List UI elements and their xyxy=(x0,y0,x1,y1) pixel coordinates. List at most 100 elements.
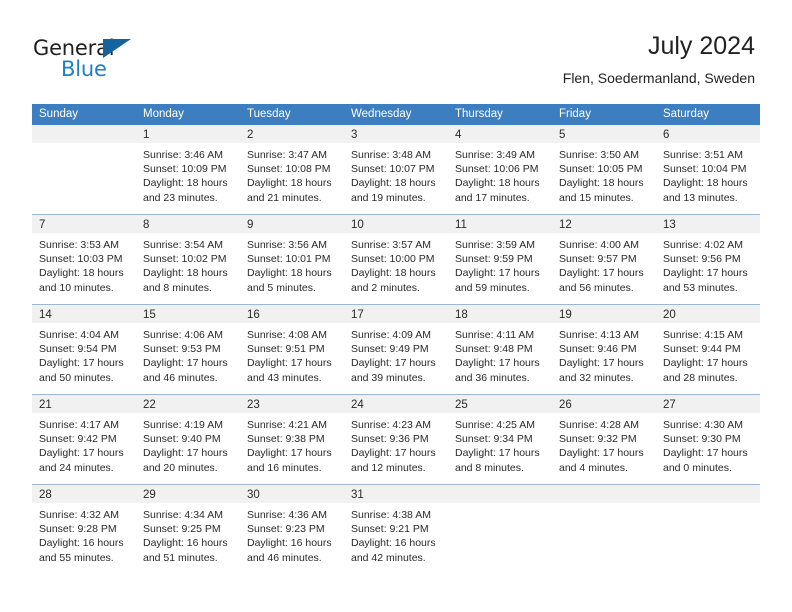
day-details: Sunrise: 4:17 AM Sunset: 9:42 PM Daylight:… xyxy=(32,413,136,475)
day-cell-20[interactable]: 20 Sunrise: 4:15 AM Sunset: 9:44 PM Dayligh… xyxy=(656,305,760,394)
day-cell-empty xyxy=(656,485,760,574)
day-number-band xyxy=(448,485,552,503)
day-number: 16 xyxy=(247,309,260,321)
day-details: Sunrise: 4:23 AM Sunset: 9:36 PM Daylight:… xyxy=(344,413,448,475)
day-cell-11[interactable]: 11 Sunrise: 3:59 AM Sunset: 9:59 PM Dayligh… xyxy=(448,215,552,304)
sunrise-line: Sunrise: 4:09 AM xyxy=(351,329,431,341)
day-number: 20 xyxy=(663,309,676,321)
sunrise-line: Sunrise: 4:17 AM xyxy=(39,419,119,431)
daylight-line-2: and 56 minutes. xyxy=(559,281,634,294)
daylight-line-1: Daylight: 17 hours xyxy=(39,357,124,370)
day-cell-empty xyxy=(552,485,656,574)
daylight-line-1: Daylight: 17 hours xyxy=(663,447,748,460)
day-cell-3[interactable]: 3 Sunrise: 3:48 AM Sunset: 10:07 PM Dayligh… xyxy=(344,125,448,214)
day-cell-23[interactable]: 23 Sunrise: 4:21 AM Sunset: 9:38 PM Dayligh… xyxy=(240,395,344,484)
day-cell-31[interactable]: 31 Sunrise: 4:38 AM Sunset: 9:21 PM Dayligh… xyxy=(344,485,448,574)
day-cell-10[interactable]: 10 Sunrise: 3:57 AM Sunset: 10:00 PM Daylig… xyxy=(344,215,448,304)
daylight-line-1: Daylight: 17 hours xyxy=(39,447,124,460)
day-cell-27[interactable]: 27 Sunrise: 4:30 AM Sunset: 9:30 PM Dayligh… xyxy=(656,395,760,484)
sunrise-line: Sunrise: 3:47 AM xyxy=(247,149,327,161)
day-cell-7[interactable]: 7 Sunrise: 3:53 AM Sunset: 10:03 PM Dayligh… xyxy=(32,215,136,304)
day-cell-30[interactable]: 30 Sunrise: 4:36 AM Sunset: 9:23 PM Dayligh… xyxy=(240,485,344,574)
day-cell-29[interactable]: 29 Sunrise: 4:34 AM Sunset: 9:25 PM Dayligh… xyxy=(136,485,240,574)
day-cell-28[interactable]: 28 Sunrise: 4:32 AM Sunset: 9:28 PM Dayligh… xyxy=(32,485,136,574)
day-cell-15[interactable]: 15 Sunrise: 4:06 AM Sunset: 9:53 PM Dayligh… xyxy=(136,305,240,394)
day-number-band: 8 xyxy=(136,215,240,233)
day-details: Sunrise: 4:38 AM Sunset: 9:21 PM Daylight:… xyxy=(344,503,448,565)
day-details: Sunrise: 4:28 AM Sunset: 9:32 PM Daylight:… xyxy=(552,413,656,475)
weekday-header-wednesday: Wednesday xyxy=(351,108,412,120)
sunrise-line: Sunrise: 4:28 AM xyxy=(559,419,639,431)
day-cell-9[interactable]: 9 Sunrise: 3:56 AM Sunset: 10:01 PM Dayligh… xyxy=(240,215,344,304)
day-cell-5[interactable]: 5 Sunrise: 3:50 AM Sunset: 10:05 PM Dayligh… xyxy=(552,125,656,214)
daylight-line-2: and 12 minutes. xyxy=(351,461,426,474)
day-details: Sunrise: 4:30 AM Sunset: 9:30 PM Daylight:… xyxy=(656,413,760,475)
daylight-line-1: Daylight: 17 hours xyxy=(351,447,436,460)
weekday-header-friday: Friday xyxy=(559,108,591,120)
day-number-band: 29 xyxy=(136,485,240,503)
day-details: Sunrise: 3:49 AM Sunset: 10:06 PM Daylight… xyxy=(448,143,552,205)
daylight-line-1: Daylight: 18 hours xyxy=(247,267,332,280)
day-number-band: 4 xyxy=(448,125,552,143)
day-cell-18[interactable]: 18 Sunrise: 4:11 AM Sunset: 9:48 PM Dayligh… xyxy=(448,305,552,394)
day-number-band: 5 xyxy=(552,125,656,143)
daylight-line-2: and 39 minutes. xyxy=(351,371,426,384)
day-cell-19[interactable]: 19 Sunrise: 4:13 AM Sunset: 9:46 PM Dayligh… xyxy=(552,305,656,394)
calendar-week-row: 7 Sunrise: 3:53 AM Sunset: 10:03 PM Dayligh… xyxy=(32,214,760,304)
day-cell-4[interactable]: 4 Sunrise: 3:49 AM Sunset: 10:06 PM Dayligh… xyxy=(448,125,552,214)
day-number: 25 xyxy=(455,399,468,411)
day-details: Sunrise: 4:13 AM Sunset: 9:46 PM Daylight:… xyxy=(552,323,656,385)
calendar-weeks: 1 Sunrise: 3:46 AM Sunset: 10:09 PM Dayligh… xyxy=(32,125,760,574)
day-cell-14[interactable]: 14 Sunrise: 4:04 AM Sunset: 9:54 PM Dayligh… xyxy=(32,305,136,394)
day-details: Sunrise: 4:06 AM Sunset: 9:53 PM Daylight:… xyxy=(136,323,240,385)
daylight-line-1: Daylight: 17 hours xyxy=(143,357,228,370)
sunrise-line: Sunrise: 4:00 AM xyxy=(559,239,639,251)
day-number: 15 xyxy=(143,309,156,321)
sunset-line: Sunset: 9:54 PM xyxy=(39,343,117,356)
daylight-line-2: and 43 minutes. xyxy=(247,371,322,384)
day-number-band: 19 xyxy=(552,305,656,323)
day-number-band: 16 xyxy=(240,305,344,323)
day-number: 8 xyxy=(143,219,150,231)
day-number-band: 12 xyxy=(552,215,656,233)
daylight-line-2: and 46 minutes. xyxy=(143,371,218,384)
day-cell-16[interactable]: 16 Sunrise: 4:08 AM Sunset: 9:51 PM Dayligh… xyxy=(240,305,344,394)
day-number-band: 9 xyxy=(240,215,344,233)
daylight-line-1: Daylight: 17 hours xyxy=(663,267,748,280)
sunset-line: Sunset: 10:05 PM xyxy=(559,163,643,176)
daylight-line-1: Daylight: 18 hours xyxy=(455,177,540,190)
daylight-line-2: and 21 minutes. xyxy=(247,191,322,204)
daylight-line-2: and 20 minutes. xyxy=(143,461,218,474)
day-cell-12[interactable]: 12 Sunrise: 4:00 AM Sunset: 9:57 PM Dayligh… xyxy=(552,215,656,304)
day-number: 18 xyxy=(455,309,468,321)
daylight-line-1: Daylight: 17 hours xyxy=(559,357,644,370)
day-cell-13[interactable]: 13 Sunrise: 4:02 AM Sunset: 9:56 PM Dayligh… xyxy=(656,215,760,304)
sunrise-line: Sunrise: 4:34 AM xyxy=(143,509,223,521)
day-number-band: 25 xyxy=(448,395,552,413)
day-cell-2[interactable]: 2 Sunrise: 3:47 AM Sunset: 10:08 PM Dayligh… xyxy=(240,125,344,214)
sunset-line: Sunset: 10:01 PM xyxy=(247,253,331,266)
day-number-band: 26 xyxy=(552,395,656,413)
daylight-line-2: and 16 minutes. xyxy=(247,461,322,474)
day-cell-25[interactable]: 25 Sunrise: 4:25 AM Sunset: 9:34 PM Dayligh… xyxy=(448,395,552,484)
calendar-week-row: 21 Sunrise: 4:17 AM Sunset: 9:42 PM Dayligh… xyxy=(32,394,760,484)
day-cell-8[interactable]: 8 Sunrise: 3:54 AM Sunset: 10:02 PM Dayligh… xyxy=(136,215,240,304)
sunset-line: Sunset: 10:08 PM xyxy=(247,163,331,176)
daylight-line-2: and 53 minutes. xyxy=(663,281,738,294)
day-number: 7 xyxy=(39,219,46,231)
day-cell-26[interactable]: 26 Sunrise: 4:28 AM Sunset: 9:32 PM Dayligh… xyxy=(552,395,656,484)
day-cell-6[interactable]: 6 Sunrise: 3:51 AM Sunset: 10:04 PM Dayligh… xyxy=(656,125,760,214)
day-cell-22[interactable]: 22 Sunrise: 4:19 AM Sunset: 9:40 PM Dayligh… xyxy=(136,395,240,484)
sunrise-line: Sunrise: 4:19 AM xyxy=(143,419,223,431)
day-details: Sunrise: 4:19 AM Sunset: 9:40 PM Daylight:… xyxy=(136,413,240,475)
day-cell-21[interactable]: 21 Sunrise: 4:17 AM Sunset: 9:42 PM Dayligh… xyxy=(32,395,136,484)
day-cell-17[interactable]: 17 Sunrise: 4:09 AM Sunset: 9:49 PM Dayligh… xyxy=(344,305,448,394)
day-number: 1 xyxy=(143,129,150,141)
day-details: Sunrise: 3:47 AM Sunset: 10:08 PM Daylight… xyxy=(240,143,344,205)
daylight-line-1: Daylight: 18 hours xyxy=(143,177,228,190)
day-number-band: 20 xyxy=(656,305,760,323)
day-cell-1[interactable]: 1 Sunrise: 3:46 AM Sunset: 10:09 PM Dayligh… xyxy=(136,125,240,214)
day-cell-24[interactable]: 24 Sunrise: 4:23 AM Sunset: 9:36 PM Dayligh… xyxy=(344,395,448,484)
calendar-week-row: 14 Sunrise: 4:04 AM Sunset: 9:54 PM Dayligh… xyxy=(32,304,760,394)
day-number: 23 xyxy=(247,399,260,411)
